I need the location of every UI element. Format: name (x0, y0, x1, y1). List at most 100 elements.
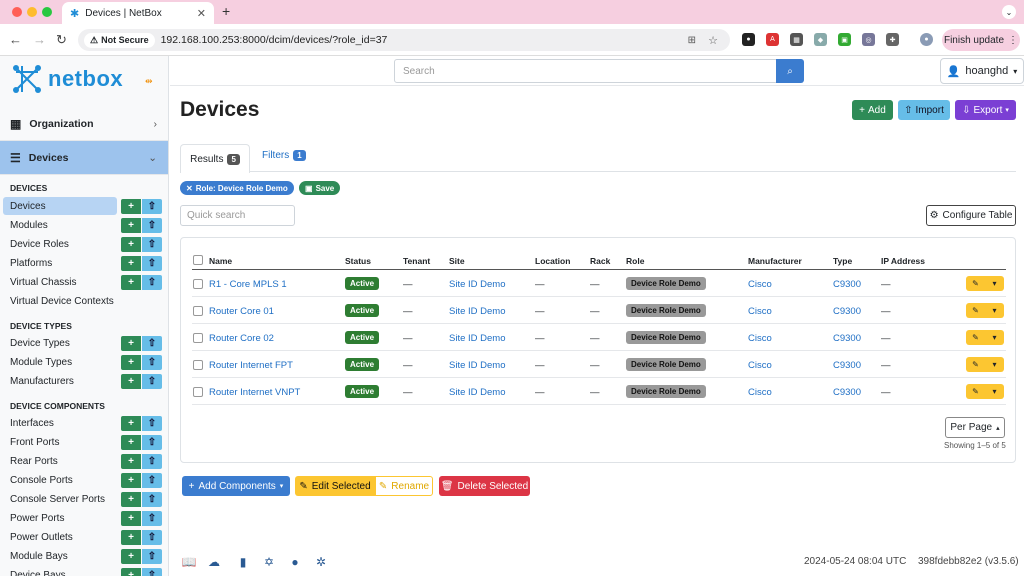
tab-menu-chevron-icon[interactable]: ⌄ (1002, 5, 1016, 19)
profile-avatar-icon[interactable]: ● (920, 33, 933, 46)
add-icon[interactable]: + (121, 374, 141, 389)
role-badge[interactable]: Device Role Demo (626, 277, 706, 290)
tab-results[interactable]: Results 5 (180, 144, 250, 173)
url-text[interactable]: 192.168.100.253:8000/dcim/devices/?role_… (161, 34, 388, 46)
caret-down-icon[interactable]: ▾ (985, 360, 1004, 369)
quick-search-input[interactable]: Quick search (180, 205, 295, 226)
column-header-manufacturer[interactable]: Manufacturer (748, 256, 802, 266)
caret-down-icon[interactable]: ▾ (985, 333, 1004, 342)
add-icon[interactable]: + (121, 568, 141, 576)
site-link[interactable]: Site ID Demo (449, 360, 506, 371)
add-icon[interactable]: + (121, 473, 141, 488)
extension-qr-icon[interactable]: ▦ (790, 33, 803, 46)
sidebar-item-devices[interactable]: Devices (3, 197, 117, 215)
device-name-link[interactable]: Router Internet FPT (209, 360, 293, 371)
add-components-button[interactable]: + Add Components ▾ (182, 476, 290, 496)
row-edit-button[interactable]: ✎ ▾ (966, 303, 1004, 318)
search-button[interactable]: ⌕ (776, 59, 804, 83)
docs-book-icon[interactable]: 📖 (182, 555, 197, 569)
import-icon[interactable]: ⇧ (142, 492, 162, 507)
add-button[interactable]: + Add (852, 100, 893, 120)
graphql-icon[interactable]: ✡ (262, 555, 276, 569)
finish-update-button[interactable]: Finish update ⋮ (942, 29, 1020, 51)
type-link[interactable]: C9300 (833, 306, 861, 317)
menu-section-organization[interactable]: ▦ Organization › (0, 107, 168, 141)
import-button[interactable]: ⇧ Import (898, 100, 950, 120)
user-menu-button[interactable]: 👤 hoanghd ▾ (940, 58, 1024, 84)
address-bar[interactable]: ⚠ Not Secure 192.168.100.253:8000/dcim/de… (78, 29, 730, 51)
slack-icon[interactable]: ✲ (314, 555, 328, 569)
add-icon[interactable]: + (121, 511, 141, 526)
caret-down-icon[interactable]: ▾ (985, 387, 1004, 396)
add-icon[interactable]: + (121, 237, 141, 252)
tab-filters[interactable]: Filters 1 (262, 150, 306, 161)
new-tab-icon[interactable]: + (222, 3, 230, 19)
row-checkbox[interactable] (193, 387, 203, 397)
add-icon[interactable]: + (121, 549, 141, 564)
caret-down-icon[interactable]: ▾ (985, 279, 1004, 288)
extension-circle-icon[interactable]: ◎ (862, 33, 875, 46)
column-header-site[interactable]: Site (449, 256, 465, 266)
import-icon[interactable]: ⇧ (142, 275, 162, 290)
device-name-link[interactable]: R1 - Core MPLS 1 (209, 279, 287, 290)
configure-table-button[interactable]: ⚙ Configure Table (926, 205, 1016, 226)
add-icon[interactable]: + (121, 336, 141, 351)
rename-button[interactable]: ✎ Rename (375, 476, 433, 496)
column-header-status[interactable]: Status (345, 256, 371, 266)
import-icon[interactable]: ⇧ (142, 199, 162, 214)
type-link[interactable]: C9300 (833, 279, 861, 290)
manufacturer-link[interactable]: Cisco (748, 360, 772, 371)
translate-icon[interactable]: ⊞ (688, 35, 696, 46)
netbox-logo[interactable]: netbox (10, 64, 123, 94)
add-icon[interactable]: + (121, 492, 141, 507)
delete-selected-button[interactable]: 🗑 Delete Selected (439, 476, 530, 496)
extensions-puzzle-icon[interactable]: ✚ (886, 33, 899, 46)
column-header-tenant[interactable]: Tenant (403, 256, 430, 266)
caret-down-icon[interactable]: ▾ (985, 306, 1004, 315)
extension-grid-icon[interactable]: ▣ (838, 33, 851, 46)
import-icon[interactable]: ⇧ (142, 435, 162, 450)
import-icon[interactable]: ⇧ (142, 218, 162, 233)
import-icon[interactable]: ⇧ (142, 336, 162, 351)
import-icon[interactable]: ⇧ (142, 355, 162, 370)
row-checkbox[interactable] (193, 279, 203, 289)
site-link[interactable]: Site ID Demo (449, 387, 506, 398)
site-link[interactable]: Site ID Demo (449, 306, 506, 317)
manufacturer-link[interactable]: Cisco (748, 387, 772, 398)
add-icon[interactable]: + (121, 416, 141, 431)
device-name-link[interactable]: Router Core 01 (209, 306, 274, 317)
cloud-api-icon[interactable]: ☁ (207, 555, 221, 569)
type-link[interactable]: C9300 (833, 387, 861, 398)
manufacturer-link[interactable]: Cisco (748, 333, 772, 344)
manufacturer-link[interactable]: Cisco (748, 279, 772, 290)
not-secure-indicator[interactable]: ⚠ Not Secure (84, 32, 155, 48)
import-icon[interactable]: ⇧ (142, 473, 162, 488)
add-icon[interactable]: + (121, 275, 141, 290)
role-badge[interactable]: Device Role Demo (626, 304, 706, 317)
import-icon[interactable]: ⇧ (142, 511, 162, 526)
type-link[interactable]: C9300 (833, 333, 861, 344)
pin-sidebar-icon[interactable]: ⇹ (145, 76, 153, 87)
minimize-window-icon[interactable] (27, 7, 37, 17)
import-icon[interactable]: ⇧ (142, 416, 162, 431)
column-header-location[interactable]: Location (535, 256, 570, 266)
add-icon[interactable]: + (121, 435, 141, 450)
import-icon[interactable]: ⇧ (142, 374, 162, 389)
add-icon[interactable]: + (121, 530, 141, 545)
column-header-type[interactable]: Type (833, 256, 852, 266)
github-icon[interactable]: ● (288, 555, 302, 569)
add-icon[interactable]: + (121, 218, 141, 233)
import-icon[interactable]: ⇧ (142, 256, 162, 271)
export-button[interactable]: ⇩ Export ▾ (955, 100, 1016, 120)
row-edit-button[interactable]: ✎ ▾ (966, 330, 1004, 345)
add-icon[interactable]: + (121, 355, 141, 370)
sidebar-item-virtual-device-contexts[interactable]: Virtual Device Contexts (3, 292, 168, 310)
select-all-checkbox[interactable] (193, 255, 203, 265)
role-badge[interactable]: Device Role Demo (626, 358, 706, 371)
row-checkbox[interactable] (193, 360, 203, 370)
extension-shield-icon[interactable]: ◆ (814, 33, 827, 46)
device-name-link[interactable]: Router Core 02 (209, 333, 274, 344)
add-icon[interactable]: + (121, 256, 141, 271)
close-tab-icon[interactable]: ✕ (197, 7, 206, 20)
add-icon[interactable]: + (121, 199, 141, 214)
